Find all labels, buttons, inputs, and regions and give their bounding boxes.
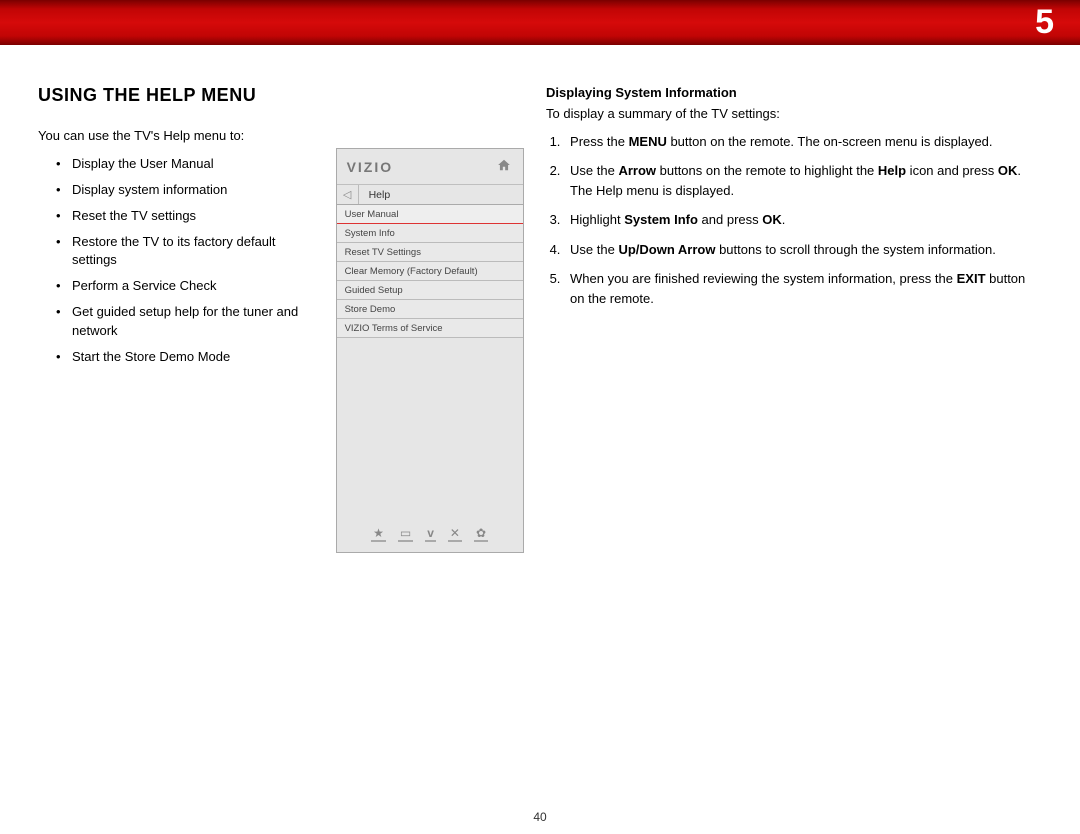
- star-icon: ★: [371, 526, 386, 542]
- step-item: When you are finished reviewing the syst…: [564, 269, 1042, 308]
- close-icon: ✕: [448, 526, 462, 542]
- tv-menu-item: Clear Memory (Factory Default): [337, 262, 523, 281]
- chapter-banner: 5: [0, 0, 1080, 45]
- bullet-item: Display system information: [56, 181, 306, 200]
- bullet-item: Display the User Manual: [56, 155, 306, 174]
- tv-menu-title: Help: [359, 189, 391, 201]
- bullet-item: Perform a Service Check: [56, 277, 306, 296]
- tv-menu-item: System Info: [337, 224, 523, 243]
- step-item: Use the Arrow buttons on the remote to h…: [564, 161, 1042, 200]
- vizio-logo: VIZIO: [347, 159, 394, 175]
- page-number: 40: [0, 810, 1080, 824]
- subsection-heading: Displaying System Information: [546, 85, 1042, 100]
- right-column: Displaying System Information To display…: [546, 85, 1042, 834]
- tv-menu-item: User Manual: [337, 205, 523, 224]
- bullet-item: Start the Store Demo Mode: [56, 348, 306, 367]
- tv-menu-figure: VIZIO ◁ Help User ManualSystem InfoReset…: [336, 85, 526, 834]
- intro-text: You can use the TV's Help menu to:: [38, 128, 336, 143]
- step-item: Use the Up/Down Arrow buttons to scroll …: [564, 240, 1042, 260]
- section-heading: USING THE HELP MENU: [38, 85, 336, 106]
- step-item: Press the MENU button on the remote. The…: [564, 132, 1042, 152]
- tv-bottom-icons: ★ ▭ v ✕ ✿: [337, 526, 523, 542]
- subsection-intro: To display a summary of the TV settings:: [546, 104, 1042, 124]
- home-icon: [497, 158, 511, 175]
- step-item: Highlight System Info and press OK.: [564, 210, 1042, 230]
- chapter-number: 5: [1035, 3, 1054, 42]
- bullet-item: Restore the TV to its factory default se…: [56, 233, 306, 271]
- bullet-item: Get guided setup help for the tuner and …: [56, 303, 306, 341]
- steps-list: Press the MENU button on the remote. The…: [546, 132, 1042, 309]
- tv-menu-item: Reset TV Settings: [337, 243, 523, 262]
- tv-menu-item: Store Demo: [337, 300, 523, 319]
- bullet-list: Display the User Manual Display system in…: [38, 155, 336, 367]
- gear-icon: ✿: [474, 526, 488, 542]
- tv-menu-item: VIZIO Terms of Service: [337, 319, 523, 338]
- bullet-item: Reset the TV settings: [56, 207, 306, 226]
- screen-icon: ▭: [398, 526, 413, 542]
- tv-menu-item: Guided Setup: [337, 281, 523, 300]
- left-column: USING THE HELP MENU You can use the TV's…: [38, 85, 336, 834]
- back-icon: ◁: [337, 185, 359, 204]
- v-icon: v: [425, 526, 436, 542]
